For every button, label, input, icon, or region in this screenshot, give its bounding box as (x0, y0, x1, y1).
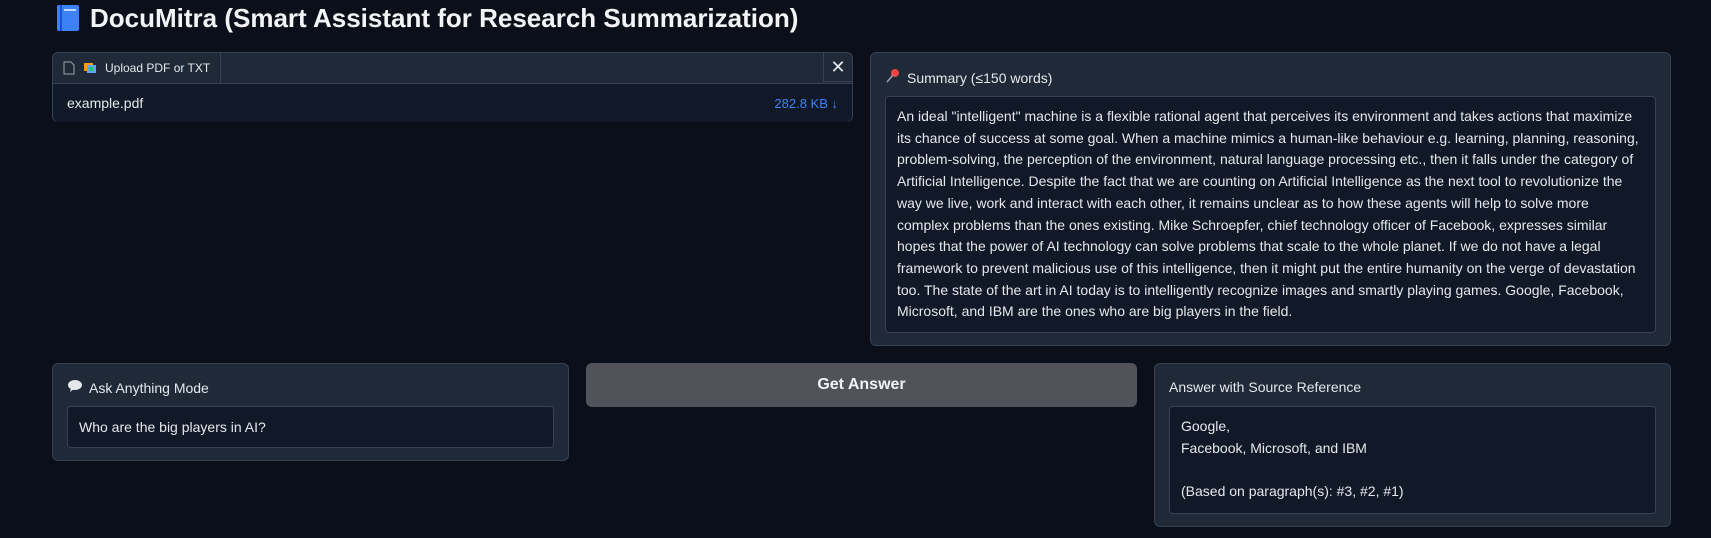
summary-textbox[interactable]: An ideal "intelligent" machine is a flex… (885, 96, 1656, 333)
ask-panel: Ask Anything Mode Who are the big player… (52, 363, 569, 461)
answer-label: Answer with Source Reference (1169, 379, 1362, 395)
file-download-link[interactable]: 282.8 KB ↓ (774, 96, 838, 111)
file-name: example.pdf (67, 95, 144, 111)
ask-label: Ask Anything Mode (67, 379, 209, 396)
close-icon: ✕ (830, 56, 846, 77)
ask-label-text: Ask Anything Mode (89, 379, 209, 396)
file-upload-panel: Upload PDF or TXT ✕ example.pdf 282.8 KB… (52, 52, 853, 122)
upload-tab-label: Upload PDF or TXT (105, 61, 211, 75)
folder-upload-icon (83, 60, 97, 77)
blue-book-icon (56, 4, 80, 32)
clear-file-button[interactable]: ✕ (823, 53, 852, 82)
question-input[interactable]: Who are the big players in AI? (67, 406, 554, 448)
summary-label-text: Summary (≤150 words) (907, 69, 1053, 86)
upload-tab[interactable]: Upload PDF or TXT (53, 53, 222, 84)
speech-bubble-icon (67, 379, 83, 396)
summary-panel: Summary (≤150 words) An ideal "intellige… (870, 52, 1671, 346)
answer-textbox[interactable]: Google, Facebook, Microsoft, and IBM (Ba… (1169, 406, 1656, 514)
pushpin-icon (885, 68, 901, 87)
file-icon (63, 61, 75, 75)
summary-label: Summary (≤150 words) (885, 68, 1052, 87)
uploaded-file-row: example.pdf 282.8 KB ↓ (53, 84, 852, 122)
page-title-text: DocuMitra (Smart Assistant for Research … (90, 2, 799, 33)
get-answer-button[interactable]: Get Answer (586, 363, 1137, 407)
answer-panel: Answer with Source Reference Google, Fac… (1154, 363, 1671, 527)
page-title: DocuMitra (Smart Assistant for Research … (56, 0, 798, 36)
app-page: DocuMitra (Smart Assistant for Research … (0, 0, 1711, 538)
